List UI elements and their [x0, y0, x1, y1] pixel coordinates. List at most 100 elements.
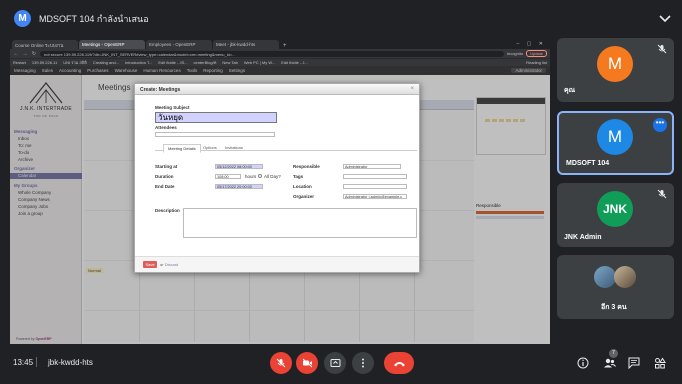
activities-button[interactable] — [653, 356, 667, 370]
bookmark[interactable]: UNI รวม สถิติ — [63, 59, 87, 66]
mic-off-icon — [657, 44, 667, 54]
avatar — [614, 266, 636, 288]
participant-name: JNK Admin — [564, 234, 602, 241]
starting-at-label: Starting at — [155, 164, 178, 169]
tags-label: Tags — [293, 174, 304, 179]
meet-bottom-bar: 13:45 jbk-kwdd-hts 7 — [0, 344, 682, 384]
mic-off-icon — [657, 189, 667, 199]
bookmarks-bar: Restart 139.59.226.11 UNI รวม สถิติ Crea… — [10, 58, 550, 66]
openerp-page: Messaging Sales Accounting Purchases War… — [10, 66, 550, 344]
more-vert-icon — [362, 358, 364, 368]
allday-checkbox[interactable] — [258, 174, 262, 178]
bookmark[interactable]: Creating and... — [93, 60, 119, 65]
present-button[interactable] — [324, 352, 346, 374]
window-controls-icon[interactable]: – ▢ ✕ — [513, 39, 550, 49]
bookmark[interactable]: centerBlog/ท — [193, 59, 216, 66]
more-options-button[interactable] — [352, 352, 374, 374]
participant-tile-jnk[interactable]: JNK JNK Admin — [557, 183, 674, 247]
url-field[interactable]: not secure 139.59.226.119/?db=JNK_INT_SE… — [40, 50, 504, 57]
back-icon[interactable]: ← — [13, 51, 19, 57]
save-button[interactable]: Save — [143, 261, 157, 268]
or-label: or — [160, 262, 164, 267]
end-date-field[interactable]: 05/17/2022 20:00:00 — [215, 184, 263, 189]
avatar — [594, 266, 616, 288]
more-options-icon[interactable]: ••• — [653, 118, 667, 132]
camera-off-icon — [302, 358, 312, 368]
allday-label: All Day? — [264, 174, 281, 179]
bookmark[interactable]: Web PC | My W... — [244, 60, 275, 65]
description-textarea[interactable] — [183, 208, 417, 238]
info-icon — [577, 357, 589, 369]
location-label: Location — [293, 184, 312, 189]
participant-name: อีก 3 คน — [601, 304, 627, 311]
tab-invitations[interactable]: Invitations — [221, 144, 247, 151]
browser-tab[interactable]: Meet - jbk-kwdd-hts — [213, 40, 279, 49]
attendees-input[interactable] — [155, 132, 275, 137]
people-button[interactable] — [602, 356, 616, 370]
chat-icon — [628, 357, 640, 369]
chat-button[interactable] — [627, 356, 641, 370]
leave-call-button[interactable] — [384, 352, 414, 374]
address-bar: ← → ↻ not secure 139.59.226.119/?db=JNK_… — [10, 49, 550, 58]
participant-name: คุณ — [564, 87, 576, 94]
bookmark[interactable]: New Tab — [222, 60, 238, 65]
browser-tab-active[interactable]: Meetings - OpenERP — [79, 40, 145, 49]
bookmark[interactable]: Edit fiddle - JS... — [158, 60, 187, 65]
phone-hangup-icon — [393, 361, 405, 366]
tab-options[interactable]: Options — [199, 144, 221, 151]
browser-tab[interactable]: Course Online ระบบงาน — [12, 40, 78, 49]
present-screen-icon — [330, 359, 340, 367]
forward-icon[interactable]: → — [22, 51, 28, 57]
responsible-select[interactable]: Administrator — [343, 164, 401, 169]
incognito-label[interactable]: Incognito — [507, 51, 523, 56]
tab-meeting-details[interactable]: Meeting Details — [163, 144, 201, 153]
meeting-code: jbk-kwdd-hts — [48, 358, 93, 367]
duration-field[interactable]: 108:00 — [215, 174, 241, 179]
participant-tile-self[interactable]: M คุณ — [557, 38, 674, 102]
avatar: M — [597, 119, 633, 155]
activities-icon — [655, 357, 666, 369]
dialog-title: Create: Meetings — [135, 84, 419, 95]
mic-toggle-button[interactable] — [270, 352, 292, 374]
close-icon[interactable]: × — [410, 86, 414, 92]
organizer-field[interactable]: Administrator <admin@example.c — [343, 194, 407, 199]
bookmark[interactable]: Restart — [13, 60, 26, 65]
duration-label: Duration — [155, 174, 174, 179]
reload-icon[interactable]: ↻ — [31, 51, 37, 57]
starting-at-field[interactable]: 05/12/2022 08:00:00 — [215, 164, 263, 169]
browser-tab[interactable]: Employees - OpenERP — [146, 40, 212, 49]
discard-link[interactable]: Discard — [165, 262, 179, 267]
bookmark[interactable]: 139.59.226.11 — [32, 60, 57, 65]
participant-tile-presenter[interactable]: M ••• MDSOFT 104 — [557, 111, 674, 175]
meeting-info-button[interactable] — [576, 356, 590, 370]
description-label: Description — [155, 208, 180, 213]
update-button[interactable]: Update — [526, 50, 547, 57]
discard-group: or Discard — [160, 262, 178, 267]
browser-tab-strip: Course Online ระบบงาน Meetings - OpenERP… — [10, 38, 550, 49]
bookmark[interactable]: Edit fiddle - J... — [281, 60, 307, 65]
hours-label: hours — [245, 174, 257, 179]
dialog-footer: Save or Discard — [135, 256, 419, 272]
reading-list[interactable]: Reading list — [526, 60, 547, 65]
responsible-label: Responsible — [293, 164, 320, 169]
clock: 13:45 — [13, 358, 34, 367]
camera-toggle-button[interactable] — [296, 352, 318, 374]
bookmark[interactable]: Introduction T... — [125, 60, 152, 65]
avatar: M — [597, 46, 633, 82]
participant-tile-others[interactable]: อีก 3 คน — [557, 255, 674, 319]
subject-input[interactable]: วันหยุด — [155, 112, 277, 123]
divider — [36, 357, 37, 367]
organizer-label: Organizer — [293, 194, 315, 199]
location-field[interactable] — [343, 184, 407, 189]
mic-off-icon — [276, 358, 286, 368]
attendees-label: Attendees — [155, 125, 177, 130]
create-meeting-dialog: Create: Meetings × Meeting Subject วันหย… — [134, 83, 420, 273]
avatar: JNK — [597, 191, 633, 227]
tags-field[interactable] — [343, 174, 407, 179]
subject-label: Meeting Subject — [155, 105, 190, 110]
end-date-label: End Date — [155, 184, 175, 189]
shared-screen: Course Online ระบบงาน Meetings - OpenERP… — [10, 38, 550, 344]
collapse-icon[interactable] — [658, 12, 672, 24]
meet-top-bar: M MDSOFT 104 กำลังนำเสนอ — [0, 0, 682, 38]
dialog-tabs: Meeting Details Options Invitations — [155, 142, 417, 153]
